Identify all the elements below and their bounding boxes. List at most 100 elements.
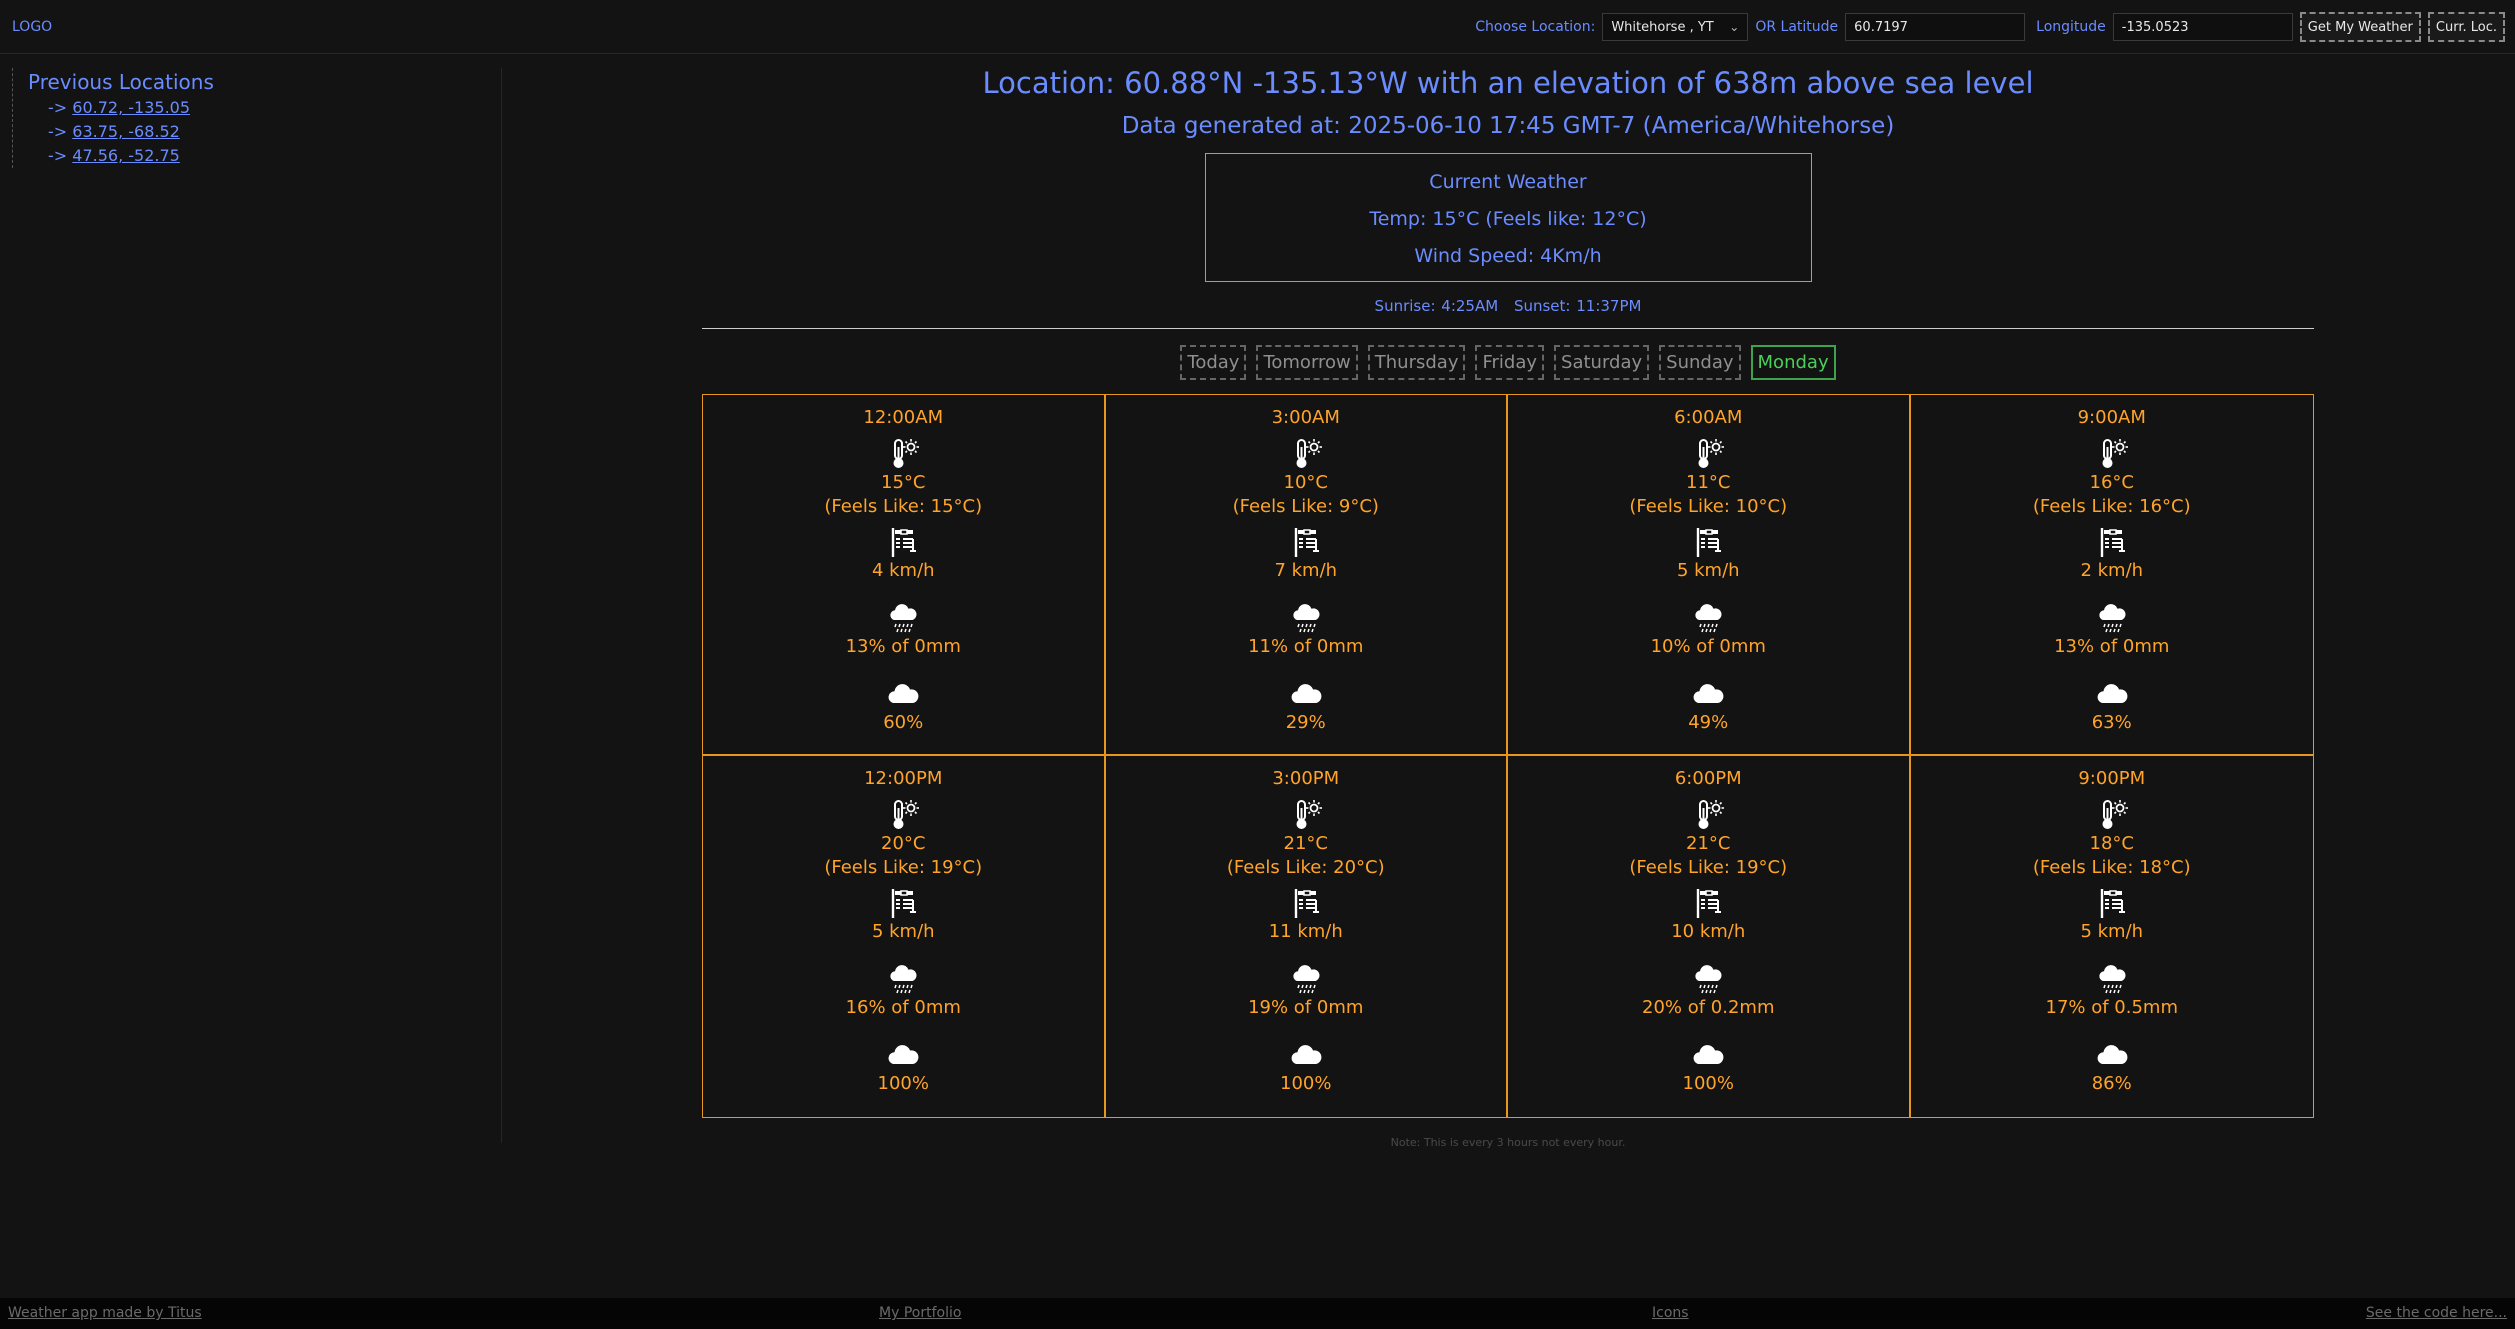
tab-today[interactable]: Today bbox=[1180, 345, 1247, 380]
latitude-label: OR Latitude bbox=[1755, 19, 1839, 35]
hour-cloud-cover: 63% bbox=[2091, 712, 2132, 733]
wind-flag-icon bbox=[1106, 525, 1507, 559]
hour-precip: 16% of 0mm bbox=[845, 997, 961, 1018]
thermometer-sun-icon bbox=[703, 437, 1104, 471]
rain-cloud-icon bbox=[1106, 601, 1507, 635]
thermometer-sun-icon bbox=[1106, 437, 1507, 471]
current-location-button[interactable]: Curr. Loc. bbox=[2427, 12, 2505, 42]
location-select[interactable]: Whitehorse , YT ⌄ bbox=[1602, 13, 1749, 41]
arrow-label: -> bbox=[48, 146, 68, 165]
hour-time: 9:00PM bbox=[2078, 768, 2146, 789]
footer: Weather app made by Titus My Portfolio I… bbox=[0, 1298, 2515, 1329]
hour-cloud-cover: 100% bbox=[1682, 1073, 1734, 1094]
hour-feels-like: (Feels Like: 19°C) bbox=[1629, 857, 1788, 878]
rain-cloud-icon bbox=[1911, 601, 2314, 635]
arrow-label: -> bbox=[48, 98, 68, 117]
hour-cloud-cover: 29% bbox=[1285, 712, 1326, 733]
hour-precip: 11% of 0mm bbox=[1248, 636, 1364, 657]
portfolio-link[interactable]: My Portfolio bbox=[879, 1305, 961, 1321]
tab-tomorrow[interactable]: Tomorrow bbox=[1256, 345, 1358, 380]
wind-flag-icon bbox=[1508, 525, 1909, 559]
hour-precip: 20% of 0.2mm bbox=[1642, 997, 1775, 1018]
wind-flag-icon bbox=[703, 886, 1104, 920]
hour-time: 3:00PM bbox=[1272, 768, 1340, 789]
divider bbox=[702, 328, 2314, 329]
rain-cloud-icon bbox=[1508, 601, 1909, 635]
hour-feels-like: (Feels Like: 9°C) bbox=[1232, 496, 1379, 517]
hour-wind: 11 km/h bbox=[1268, 921, 1343, 942]
hour-temp: 11°C bbox=[1686, 472, 1731, 493]
previous-location-item: -> 63.75, -68.52 bbox=[28, 120, 501, 144]
previous-locations-title: Previous Locations bbox=[28, 70, 214, 94]
previous-location-link[interactable]: 60.72, -135.05 bbox=[72, 98, 190, 117]
wind-flag-icon bbox=[1106, 886, 1507, 920]
hour-card: 12:00AM 15°C (Feels Like: 15°C) 4 km/h 1… bbox=[703, 395, 1106, 756]
hour-temp: 21°C bbox=[1686, 833, 1731, 854]
hour-precip: 17% of 0.5mm bbox=[2045, 997, 2179, 1018]
day-tabs: Today Tomorrow Thursday Friday Saturday Sunda… bbox=[702, 345, 2314, 380]
previous-location-link[interactable]: 63.75, -68.52 bbox=[72, 122, 180, 141]
hour-card: 6:00PM 21°C (Feels Like: 19°C) 10 km/h 2… bbox=[1508, 756, 1911, 1117]
hour-precip: 19% of 0mm bbox=[1248, 997, 1364, 1018]
current-weather-title: Current Weather bbox=[1429, 171, 1587, 193]
cloud-icon bbox=[1911, 677, 2314, 711]
hour-card: 12:00PM 20°C (Feels Like: 19°C) 5 km/h 1… bbox=[703, 756, 1106, 1117]
hour-feels-like: (Feels Like: 10°C) bbox=[1629, 496, 1788, 517]
hour-card: 3:00AM 10°C (Feels Like: 9°C) 7 km/h 11%… bbox=[1105, 395, 1508, 756]
cloud-icon bbox=[703, 1038, 1104, 1072]
hour-cloud-cover: 100% bbox=[1280, 1073, 1332, 1094]
previous-location-link[interactable]: 47.56, -52.75 bbox=[72, 146, 180, 165]
cloud-icon bbox=[703, 677, 1104, 711]
thermometer-sun-icon bbox=[1508, 798, 1909, 832]
hour-precip: 10% of 0mm bbox=[1650, 636, 1766, 657]
hour-card: 6:00AM 11°C (Feels Like: 10°C) 5 km/h 10… bbox=[1508, 395, 1911, 756]
longitude-input[interactable] bbox=[2112, 13, 2293, 41]
cloud-icon bbox=[1508, 677, 1909, 711]
top-bar: LOGO Choose Location: Whitehorse , YT ⌄ … bbox=[0, 0, 2515, 54]
cloud-icon bbox=[1106, 1038, 1507, 1072]
rain-cloud-icon bbox=[703, 601, 1104, 635]
hour-feels-like: (Feels Like: 16°C) bbox=[2032, 496, 2191, 517]
get-my-weather-button[interactable]: Get My Weather bbox=[2299, 12, 2421, 42]
wind-flag-icon bbox=[1508, 886, 1909, 920]
hour-wind: 7 km/h bbox=[1274, 560, 1338, 581]
logo[interactable]: LOGO bbox=[12, 19, 52, 35]
wind-flag-icon bbox=[1911, 886, 2314, 920]
hourly-grid: 12:00AM 15°C (Feels Like: 15°C) 4 km/h 1… bbox=[702, 394, 2314, 1118]
sun-times: Sunrise: 4:25AM Sunset: 11:37PM bbox=[702, 297, 2314, 315]
hour-temp: 20°C bbox=[881, 833, 926, 854]
chevron-down-icon: ⌄ bbox=[1729, 20, 1740, 34]
footnote: Note: This is every 3 hours not every ho… bbox=[1390, 1136, 1626, 1149]
rain-cloud-icon bbox=[1508, 962, 1909, 996]
made-by-link[interactable]: Weather app made by Titus bbox=[8, 1305, 202, 1321]
sidebar: Previous Locations -> 60.72, -135.05 -> … bbox=[12, 68, 502, 1143]
latitude-input[interactable] bbox=[1845, 13, 2026, 41]
main-content: Location: 60.88°N -135.13°W with an elev… bbox=[702, 60, 2314, 1149]
hour-temp: 18°C bbox=[2089, 833, 2134, 854]
tab-sunday[interactable]: Sunday bbox=[1659, 345, 1741, 380]
thermometer-sun-icon bbox=[1911, 798, 2314, 832]
hour-time: 6:00AM bbox=[1674, 407, 1743, 428]
cloud-icon bbox=[1911, 1038, 2314, 1072]
hour-feels-like: (Feels Like: 20°C) bbox=[1226, 857, 1385, 878]
tab-saturday[interactable]: Saturday bbox=[1554, 345, 1650, 380]
tab-friday[interactable]: Friday bbox=[1475, 345, 1545, 380]
hour-time: 6:00PM bbox=[1674, 768, 1742, 789]
hour-card: 9:00AM 16°C (Feels Like: 16°C) 2 km/h 13… bbox=[1910, 395, 2314, 756]
tab-thursday[interactable]: Thursday bbox=[1367, 345, 1466, 380]
current-temp: Temp: 15°C (Feels like: 12°C) bbox=[1369, 208, 1647, 230]
see-code-link[interactable]: See the code here... bbox=[2366, 1305, 2507, 1321]
hour-temp: 10°C bbox=[1283, 472, 1328, 493]
choose-location-label: Choose Location: bbox=[1475, 19, 1596, 35]
tab-monday[interactable]: Monday bbox=[1750, 345, 1836, 380]
hour-wind: 10 km/h bbox=[1671, 921, 1746, 942]
current-weather-box: Current Weather Temp: 15°C (Feels like: … bbox=[1204, 153, 1812, 282]
hour-card: 3:00PM 21°C (Feels Like: 20°C) 11 km/h 1… bbox=[1106, 756, 1508, 1117]
icons-link[interactable]: Icons bbox=[1652, 1305, 1689, 1321]
hour-cloud-cover: 86% bbox=[2091, 1073, 2132, 1094]
location-select-value: Whitehorse , YT bbox=[1611, 19, 1714, 35]
wind-flag-icon bbox=[703, 525, 1104, 559]
hour-cloud-cover: 49% bbox=[1688, 712, 1729, 733]
arrow-label: -> bbox=[48, 122, 68, 141]
longitude-label: Longitude bbox=[2036, 19, 2106, 35]
